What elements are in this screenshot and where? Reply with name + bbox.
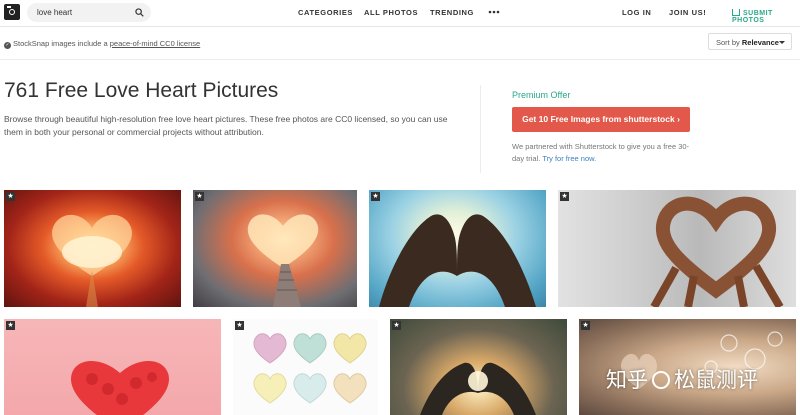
photo-rose-heart[interactable]: ★ (4, 319, 221, 415)
photo-many-hands-heart[interactable]: ★ (558, 190, 796, 307)
search-icon[interactable] (135, 8, 144, 17)
star-icon[interactable]: ★ (6, 321, 15, 330)
photo-image (52, 214, 132, 307)
partner-text: We partnered with Shutterstock to give y… (512, 142, 690, 163)
sort-dropdown[interactable]: Sort by Relevance (708, 33, 792, 50)
divider (480, 85, 481, 173)
join-link[interactable]: JOIN US! (669, 8, 706, 17)
photo-candy-hearts[interactable]: ★ (233, 319, 378, 415)
search-input[interactable] (37, 6, 129, 19)
ellipsis-icon[interactable] (488, 10, 500, 14)
watermark: 知乎 松鼠测评 (606, 364, 758, 394)
upload-icon (732, 9, 740, 16)
premium-offer-label: Premium Offer (512, 90, 571, 100)
try-free-link[interactable]: Try for free now. (542, 154, 596, 163)
photo-image (379, 214, 536, 307)
submit-photos-link[interactable]: SUBMIT PHOTOS (732, 8, 800, 24)
photo-heart-stairs[interactable]: ★ (193, 190, 357, 307)
camera-logo-icon[interactable] (4, 4, 20, 20)
page-title: 761 Free Love Heart Pictures (4, 79, 279, 102)
check-circle-icon: ✓ (4, 42, 11, 49)
photo-image (420, 362, 536, 415)
at-circle-icon (652, 371, 670, 389)
star-icon[interactable]: ★ (195, 192, 204, 201)
page-description: Browse through beautiful high-resolution… (4, 114, 448, 137)
star-icon[interactable]: ★ (392, 321, 401, 330)
photo-image (247, 214, 319, 307)
search-box (27, 3, 151, 22)
nav-categories[interactable]: CATEGORIES (298, 8, 353, 17)
photo-image (650, 196, 784, 307)
star-icon[interactable]: ★ (581, 321, 590, 330)
top-navigation-bar: CATEGORIES ALL PHOTOS TRENDING LOG IN JO… (0, 0, 800, 27)
license-text: StockSnap images include a (13, 39, 108, 48)
login-link[interactable]: LOG IN (622, 8, 651, 17)
star-icon[interactable]: ★ (560, 192, 569, 201)
photo-hands-heart-sky[interactable]: ★ (369, 190, 546, 307)
nav-all-photos[interactable]: ALL PHOTOS (364, 8, 418, 17)
license-notice: ✓ StockSnap images include a peace-of-min… (4, 39, 200, 49)
shutterstock-offer-button[interactable]: Get 10 Free Images from shutterstock › (512, 107, 690, 132)
sort-value: Relevance (741, 38, 779, 47)
sort-label: Sort by (716, 38, 740, 47)
photo-heart-clouds[interactable]: ★ (4, 190, 181, 307)
license-link[interactable]: peace-of-mind CC0 license (110, 39, 200, 48)
watermark-prefix: 知乎 (606, 369, 648, 392)
watermark-handle: 松鼠测评 (674, 369, 758, 392)
partner-note: We partnered with Shutterstock to give y… (512, 141, 692, 165)
chevron-down-icon (779, 41, 785, 44)
photo-hands-heart-sunset[interactable]: ★ (390, 319, 567, 415)
offer-button-label: Get 10 Free Images from shutterstock (522, 114, 675, 124)
photo-image (71, 361, 169, 415)
star-icon[interactable]: ★ (6, 192, 15, 201)
star-icon[interactable]: ★ (235, 321, 244, 330)
photo-image (253, 333, 367, 404)
chevron-right-icon: › (677, 114, 680, 124)
nav-trending[interactable]: TRENDING (430, 8, 474, 17)
star-icon[interactable]: ★ (371, 192, 380, 201)
